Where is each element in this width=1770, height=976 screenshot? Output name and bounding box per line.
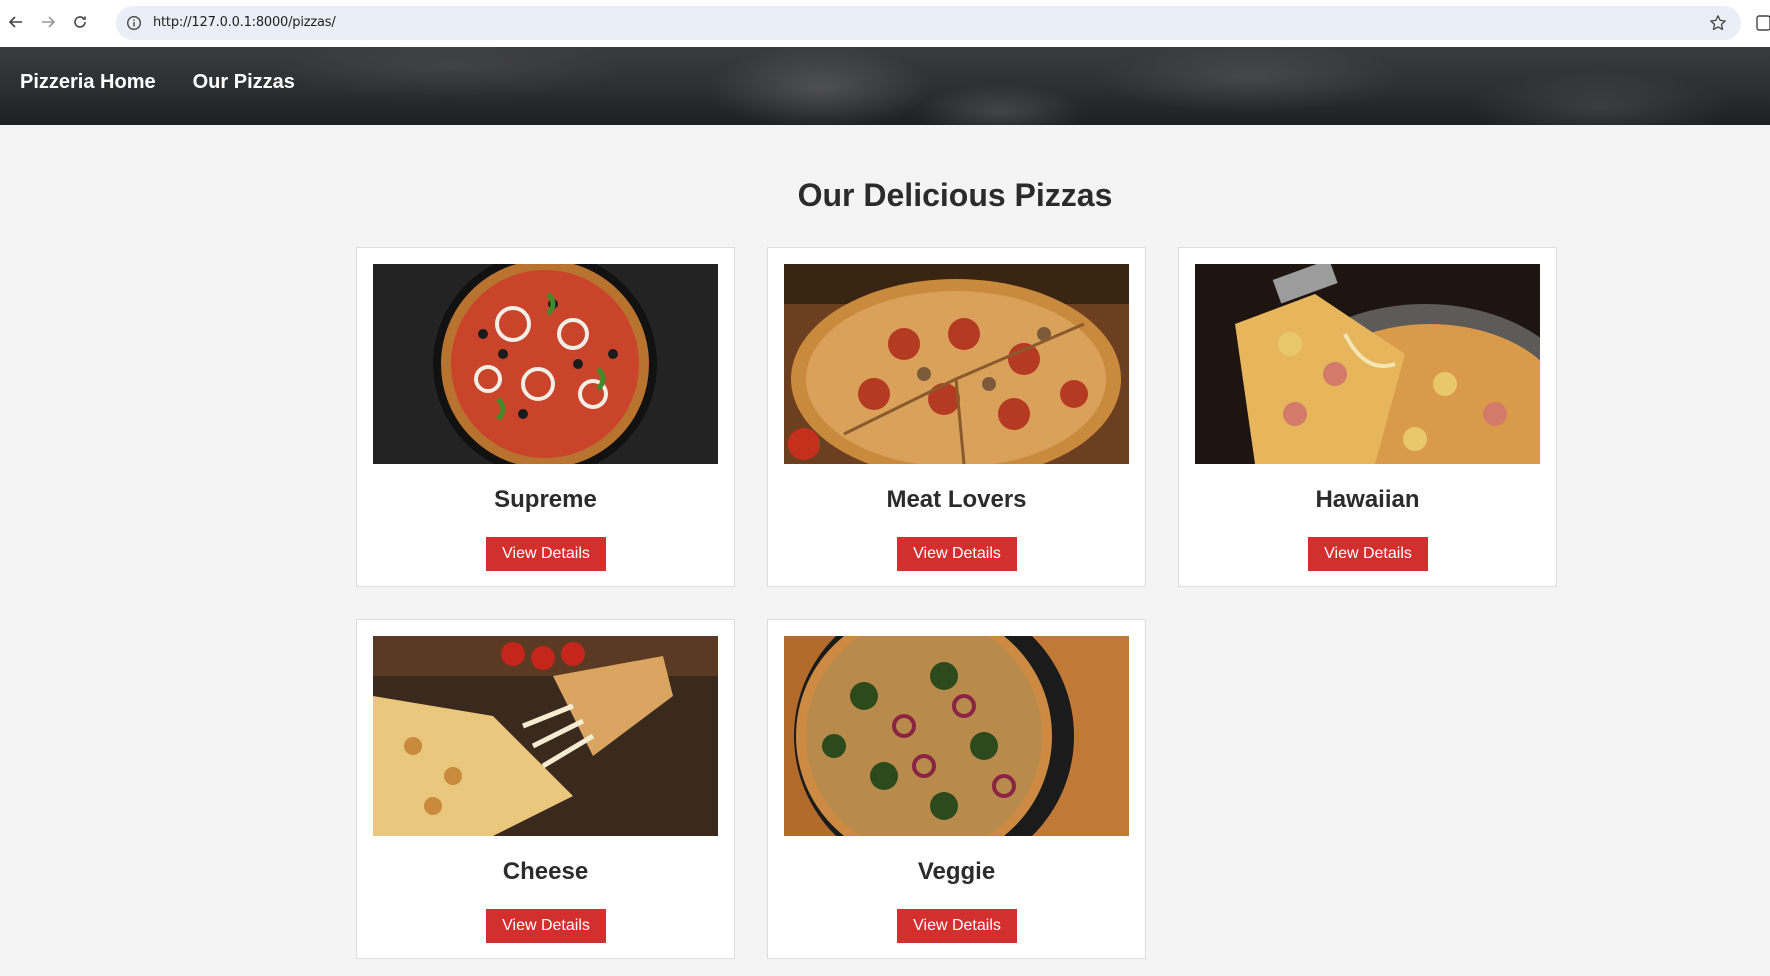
back-arrow-icon xyxy=(8,16,22,28)
nav-link-home[interactable]: Pizzeria Home xyxy=(20,71,156,94)
pizza-card-hawaiian: Hawaiian View Details xyxy=(1178,247,1557,587)
reload-button[interactable] xyxy=(68,10,92,34)
view-details-button-veggie[interactable]: View Details xyxy=(897,909,1017,943)
nav-link-pizzas[interactable]: Our Pizzas xyxy=(193,71,295,94)
side-panel-icon[interactable] xyxy=(1756,14,1770,32)
forward-arrow-icon xyxy=(42,16,56,28)
info-icon[interactable] xyxy=(126,15,142,31)
pizza-image-supreme xyxy=(373,264,718,464)
address-bar[interactable]: http://127.0.0.1:8000/pizzas/ xyxy=(116,6,1741,40)
pizza-card-cheese: Cheese View Details xyxy=(356,619,735,959)
view-details-button-hawaiian[interactable]: View Details xyxy=(1308,537,1428,571)
url-text[interactable]: http://127.0.0.1:8000/pizzas/ xyxy=(153,15,336,30)
browser-toolbar: http://127.0.0.1:8000/pizzas/ xyxy=(0,0,1770,47)
pizza-image-veggie xyxy=(784,636,1129,836)
view-details-button-supreme[interactable]: View Details xyxy=(486,537,606,571)
pizza-card-veggie: Veggie View Details xyxy=(767,619,1146,959)
view-details-button-cheese[interactable]: View Details xyxy=(486,909,606,943)
page-title: Our Delicious Pizzas xyxy=(797,177,1113,213)
pizza-card-supreme: Supreme View Details xyxy=(356,247,735,587)
pizza-name: Hawaiian xyxy=(1315,486,1420,513)
pizza-name: Meat Lovers xyxy=(886,486,1027,513)
pizza-image-cheese xyxy=(373,636,718,836)
pizza-name: Supreme xyxy=(494,486,597,513)
pizza-image-hawaiian xyxy=(1195,264,1540,464)
pizza-image-meat-lovers xyxy=(784,264,1129,464)
reload-icon xyxy=(74,16,86,28)
pizza-name: Veggie xyxy=(917,858,996,885)
site-header: Pizzeria Home Our Pizzas xyxy=(0,47,1770,125)
pizza-card-meat-lovers: Meat Lovers View Details xyxy=(767,247,1146,587)
forward-button[interactable] xyxy=(36,10,60,34)
main-nav: Pizzeria Home Our Pizzas xyxy=(20,71,295,94)
pizza-name: Cheese xyxy=(502,858,589,885)
bookmark-star-icon[interactable] xyxy=(1709,14,1727,32)
view-details-button-meat-lovers[interactable]: View Details xyxy=(897,537,1017,571)
back-button[interactable] xyxy=(4,10,28,34)
